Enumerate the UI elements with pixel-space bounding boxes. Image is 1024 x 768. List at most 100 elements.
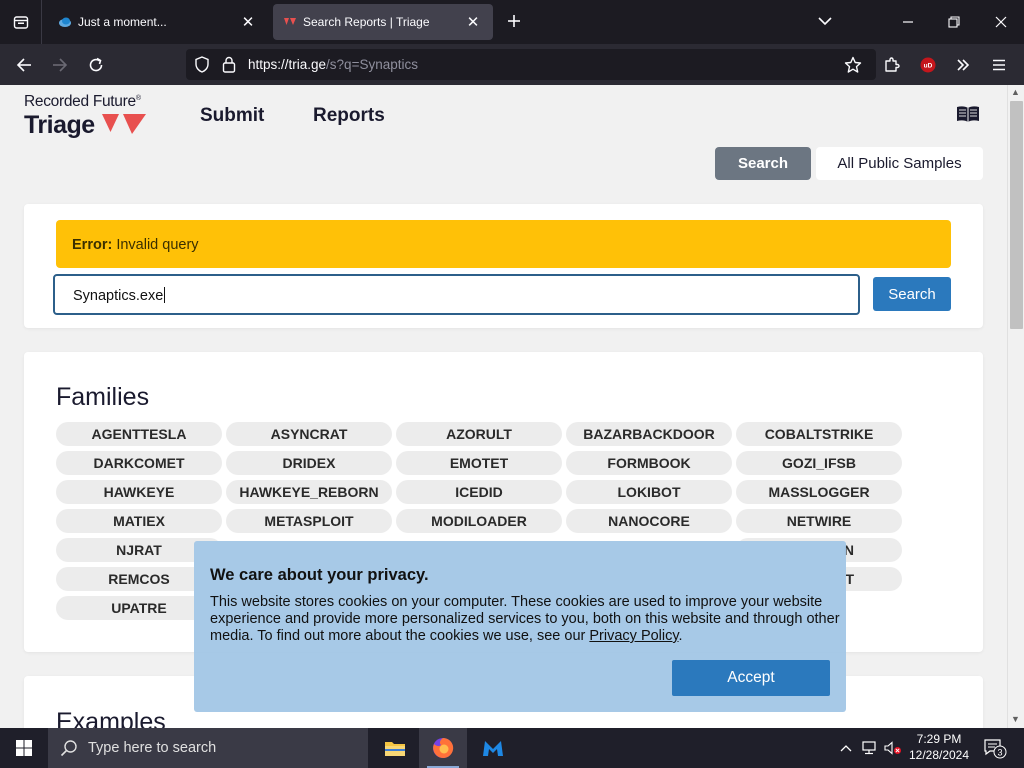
back-button[interactable]	[9, 50, 39, 80]
family-tag[interactable]: HAWKEYE_REBORN	[226, 480, 392, 504]
family-tag[interactable]: BAZARBACKDOOR	[566, 422, 732, 446]
family-tag[interactable]: FORMBOOK	[566, 451, 732, 475]
clock-time: 7:29 PM	[916, 732, 962, 746]
taskbar-clock[interactable]: 7:29 PM 12/28/2024	[902, 731, 976, 763]
family-tag[interactable]: HAWKEYE	[56, 480, 222, 504]
taskbar-firefox[interactable]	[419, 728, 467, 768]
chevron-up-icon	[840, 745, 852, 752]
star-icon	[844, 56, 862, 73]
restore-button[interactable]	[931, 0, 977, 44]
app-menu-button[interactable]	[984, 50, 1014, 80]
action-center-button[interactable]: 3	[980, 728, 1010, 768]
privacy-policy-link[interactable]: Privacy Policy	[589, 628, 678, 644]
families-heading: Families	[56, 383, 150, 411]
family-tag[interactable]: GOZI_IFSB	[736, 451, 902, 475]
family-tag[interactable]: DRIDEX	[226, 451, 392, 475]
privacy-banner: We care about your privacy. This website…	[194, 541, 846, 712]
documentation-button[interactable]	[955, 104, 981, 129]
tab-close-icon[interactable]: ✕	[463, 13, 483, 31]
tab-just-a-moment[interactable]: Just a moment... ✕	[48, 4, 268, 40]
family-tag[interactable]: MODILOADER	[396, 509, 562, 533]
ublock-badge-text: uD	[924, 63, 933, 70]
page-viewport: Recorded Future® Triage Submit Reports S…	[0, 85, 1007, 728]
family-tag[interactable]: ASYNCRAT	[226, 422, 392, 446]
url-text: https://tria.ge/s?q=Synaptics	[248, 57, 418, 72]
new-tab-button[interactable]	[500, 8, 528, 36]
notification-count: 3	[997, 748, 1002, 758]
tab-close-icon[interactable]: ✕	[238, 13, 258, 31]
volume-button[interactable]	[882, 728, 904, 768]
lock-icon[interactable]	[222, 56, 236, 73]
cloudflare-favicon-icon	[59, 17, 71, 27]
notification-icon: 3	[984, 739, 1007, 759]
nav-reports[interactable]: Reports	[313, 105, 385, 127]
family-tag[interactable]: EMOTET	[396, 451, 562, 475]
scrollbar-thumb[interactable]	[1010, 101, 1023, 329]
logo-registered-mark: ®	[135, 94, 141, 102]
url-host: https://tria.ge	[248, 57, 327, 72]
family-tag[interactable]: LOKIBOT	[566, 480, 732, 504]
error-message: Invalid query	[112, 237, 199, 253]
nav-submit[interactable]: Submit	[200, 105, 264, 127]
scroll-down-arrow-icon[interactable]: ▼	[1011, 714, 1020, 724]
examples-heading: Examples	[56, 708, 166, 728]
extensions-button[interactable]	[877, 50, 907, 80]
search-input[interactable]: Synaptics.exe	[53, 274, 860, 315]
clock-date: 12/28/2024	[908, 748, 970, 762]
show-hidden-icons-button[interactable]	[836, 728, 856, 768]
windows-logo-icon	[16, 740, 32, 756]
all-public-samples-toggle[interactable]: All Public Samples	[816, 147, 983, 180]
error-alert: Error: Invalid query	[56, 220, 951, 268]
family-tag[interactable]: DARKCOMET	[56, 451, 222, 475]
triage-favicon-icon	[284, 18, 296, 25]
reload-icon	[89, 57, 103, 72]
malwarebytes-icon	[483, 741, 503, 756]
ublock-origin-button[interactable]: uD	[913, 50, 943, 80]
family-tag[interactable]: COBALTSTRIKE	[736, 422, 902, 446]
address-bar[interactable]: https://tria.ge/s?q=Synaptics	[186, 49, 876, 80]
restore-icon	[948, 16, 960, 28]
taskbar-malwarebytes[interactable]	[469, 728, 517, 768]
start-button[interactable]	[0, 728, 48, 768]
privacy-body: This website stores cookies on your comp…	[210, 594, 840, 644]
minimize-icon	[903, 21, 913, 23]
hamburger-menu-icon	[993, 59, 1005, 71]
windows-taskbar: Type here to search 7:29 PM 12/28/2024 3	[0, 728, 1024, 768]
tab-search-reports[interactable]: Search Reports | Triage ✕	[273, 4, 493, 40]
bookmark-button[interactable]	[838, 50, 868, 80]
network-icon	[862, 741, 876, 755]
family-tag[interactable]: ICEDID	[396, 480, 562, 504]
more-tools-button[interactable]	[948, 50, 978, 80]
logo-recorded-future: Recorded Future®	[24, 93, 141, 111]
forward-button[interactable]	[45, 50, 75, 80]
family-tag[interactable]: AZORULT	[396, 422, 562, 446]
family-tag[interactable]: NETWIRE	[736, 509, 902, 533]
close-window-button[interactable]	[978, 0, 1024, 44]
taskbar-search-placeholder: Type here to search	[88, 740, 217, 756]
chevron-down-icon	[818, 17, 832, 26]
family-tag[interactable]: AGENTTESLA	[56, 422, 222, 446]
open-book-icon	[957, 106, 979, 122]
search-button[interactable]: Search	[873, 277, 951, 311]
search-card: Error: Invalid query Synaptics.exe Searc…	[24, 204, 983, 328]
minimize-button[interactable]	[885, 0, 931, 44]
reload-button[interactable]	[81, 50, 111, 80]
arrow-left-icon	[16, 58, 31, 72]
family-tag[interactable]: MASSLOGGER	[736, 480, 902, 504]
family-tag[interactable]: NANOCORE	[566, 509, 732, 533]
taskbar-file-explorer[interactable]	[371, 728, 419, 768]
taskbar-search-box[interactable]: Type here to search	[48, 728, 368, 768]
family-tag[interactable]: MATIEX	[56, 509, 222, 533]
accept-cookies-button[interactable]: Accept	[672, 660, 830, 696]
scroll-up-arrow-icon[interactable]: ▲	[1011, 87, 1020, 97]
family-tag[interactable]: METASPLOIT	[226, 509, 392, 533]
network-button[interactable]	[859, 728, 881, 768]
search-query-text: Synaptics.exe	[73, 288, 164, 304]
list-all-tabs-button[interactable]	[812, 12, 838, 32]
page-scrollbar[interactable]: ▲ ▼	[1007, 85, 1024, 728]
plus-icon	[508, 15, 520, 27]
search-icon	[60, 740, 77, 757]
tab-overview-button[interactable]	[0, 0, 42, 44]
shield-icon[interactable]	[194, 56, 210, 73]
search-mode-toggle[interactable]: Search	[715, 147, 811, 180]
